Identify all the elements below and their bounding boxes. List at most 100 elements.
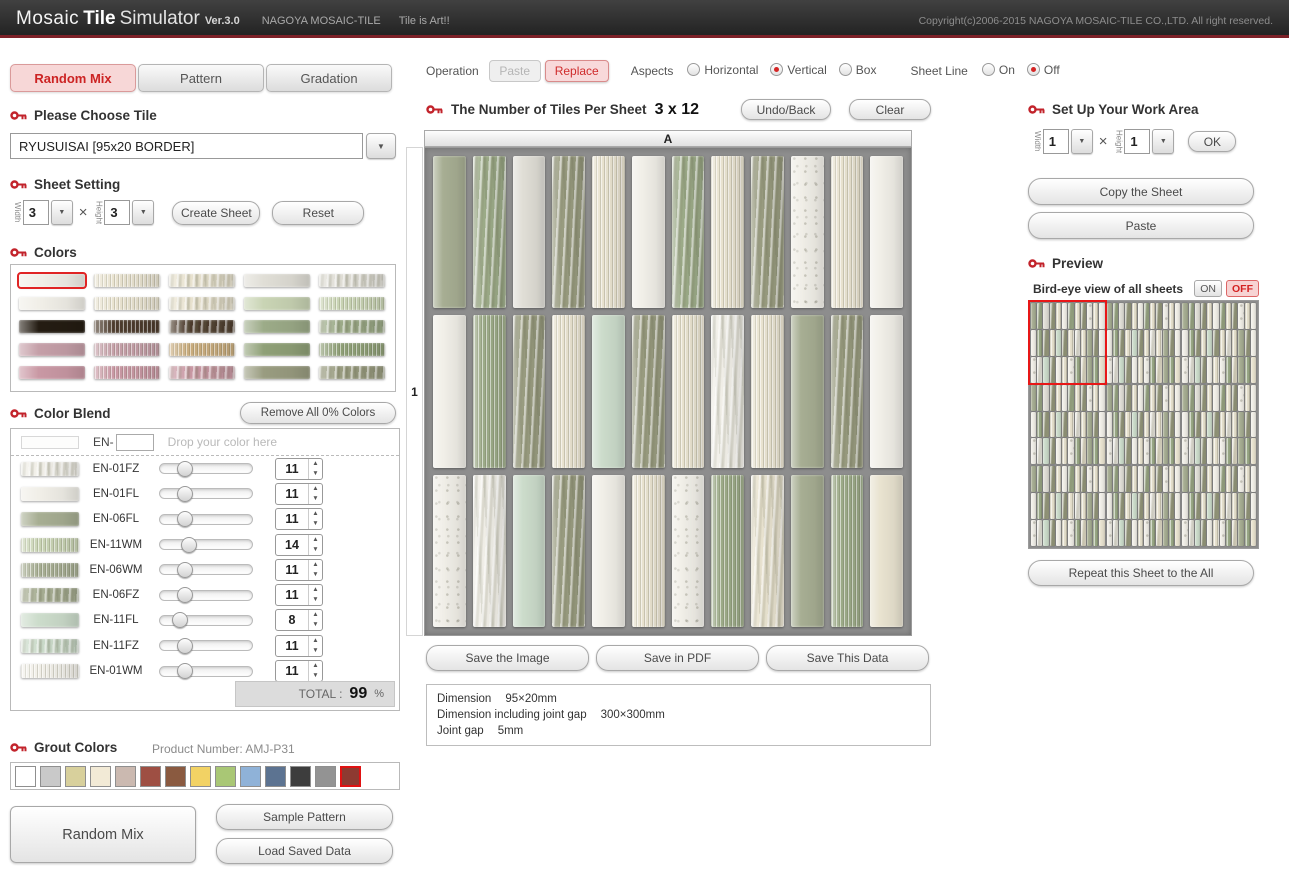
- blend-value-stepper[interactable]: 11▲▼: [275, 508, 323, 530]
- grout-color-swatch[interactable]: [315, 766, 336, 787]
- sheet-tile[interactable]: [870, 475, 903, 627]
- stepper-down-icon[interactable]: ▼: [309, 469, 322, 479]
- blend-value-stepper[interactable]: 14▲▼: [275, 534, 323, 556]
- repeat-sheet-button[interactable]: Repeat this Sheet to the All: [1028, 560, 1254, 586]
- save-data-button[interactable]: Save This Data: [766, 645, 929, 671]
- sheet-height-select[interactable]: 3 ▼: [104, 200, 154, 225]
- sheet-tile[interactable]: [632, 156, 665, 308]
- chevron-down-icon[interactable]: ▼: [1071, 129, 1093, 154]
- sheet-tile[interactable]: [751, 475, 784, 627]
- slider-handle[interactable]: [177, 638, 193, 654]
- sheet-tile[interactable]: [552, 315, 585, 467]
- tile-color-swatch[interactable]: [244, 320, 310, 333]
- sheet-tile[interactable]: [672, 156, 705, 308]
- sheet-tile[interactable]: [791, 315, 824, 467]
- operation-replace-button[interactable]: Replace: [545, 60, 609, 82]
- tab-random-mix[interactable]: Random Mix: [10, 64, 136, 92]
- tile-color-swatch[interactable]: [244, 343, 310, 356]
- sheet-tile[interactable]: [513, 475, 546, 627]
- tile-color-swatch[interactable]: [94, 320, 160, 333]
- stepper-up-icon[interactable]: ▲: [309, 636, 322, 646]
- clear-button[interactable]: Clear: [849, 99, 931, 120]
- stepper-down-icon[interactable]: ▼: [309, 646, 322, 656]
- work-width-select[interactable]: 1 ▼: [1043, 129, 1093, 154]
- sheet-tile[interactable]: [473, 156, 506, 308]
- stepper-up-icon[interactable]: ▲: [309, 585, 322, 595]
- blend-value-stepper[interactable]: 11▲▼: [275, 559, 323, 581]
- stepper-up-icon[interactable]: ▲: [309, 535, 322, 545]
- grout-color-swatch[interactable]: [165, 766, 186, 787]
- blend-ratio-slider[interactable]: [159, 615, 253, 626]
- tile-color-swatch[interactable]: [94, 274, 160, 287]
- grout-color-swatch[interactable]: [190, 766, 211, 787]
- tile-select[interactable]: RYUSUISAI [95x20 BORDER] ▼: [10, 133, 396, 159]
- blend-color-swatch[interactable]: [21, 563, 79, 577]
- blend-value-stepper[interactable]: 11▲▼: [275, 635, 323, 657]
- create-sheet-button[interactable]: Create Sheet: [172, 201, 260, 225]
- sheet-tile[interactable]: [433, 315, 466, 467]
- grout-color-swatch[interactable]: [40, 766, 61, 787]
- blend-ratio-slider[interactable]: [159, 539, 253, 550]
- sheet-tile[interactable]: [433, 156, 466, 308]
- blend-color-swatch[interactable]: [21, 664, 79, 678]
- tile-select-value[interactable]: RYUSUISAI [95x20 BORDER]: [10, 133, 363, 159]
- blend-value-stepper[interactable]: 11▲▼: [275, 660, 323, 682]
- color-code-input[interactable]: [116, 434, 154, 451]
- sheet-tile[interactable]: [672, 475, 705, 627]
- sheet-tile[interactable]: [592, 315, 625, 467]
- slider-handle[interactable]: [172, 612, 188, 628]
- sheet-line-radio-off[interactable]: Off: [1027, 63, 1060, 77]
- grout-color-swatch[interactable]: [290, 766, 311, 787]
- tile-color-swatch[interactable]: [169, 343, 235, 356]
- birdeye-on-button[interactable]: ON: [1194, 280, 1222, 297]
- slider-handle[interactable]: [177, 587, 193, 603]
- copy-sheet-button[interactable]: Copy the Sheet: [1028, 178, 1254, 205]
- sheet-tile[interactable]: [831, 475, 864, 627]
- chevron-down-icon[interactable]: ▼: [132, 200, 154, 225]
- sheet-tile[interactable]: [831, 315, 864, 467]
- sheet-tile[interactable]: [672, 315, 705, 467]
- load-saved-data-button[interactable]: Load Saved Data: [216, 838, 393, 864]
- sheet-tile[interactable]: [870, 315, 903, 467]
- grout-color-swatch[interactable]: [340, 766, 361, 787]
- sheet-width-select[interactable]: 3 ▼: [23, 200, 73, 225]
- tile-color-swatch[interactable]: [169, 274, 235, 287]
- save-pdf-button[interactable]: Save in PDF: [596, 645, 759, 671]
- slider-handle[interactable]: [177, 511, 193, 527]
- reset-button[interactable]: Reset: [272, 201, 364, 225]
- operation-paste-button[interactable]: Paste: [489, 60, 541, 82]
- tile-color-swatch[interactable]: [19, 274, 85, 287]
- slider-handle[interactable]: [177, 486, 193, 502]
- paste-button[interactable]: Paste: [1028, 212, 1254, 239]
- tile-color-swatch[interactable]: [94, 297, 160, 310]
- blend-ratio-slider[interactable]: [159, 564, 253, 575]
- stepper-up-icon[interactable]: ▲: [309, 661, 322, 671]
- slider-handle[interactable]: [177, 461, 193, 477]
- aspect-radio-vertical[interactable]: Vertical: [770, 63, 826, 77]
- sheet-tile[interactable]: [791, 156, 824, 308]
- blend-color-swatch[interactable]: [21, 639, 79, 653]
- sheet-tile[interactable]: [791, 475, 824, 627]
- blend-color-swatch[interactable]: [21, 538, 79, 552]
- sample-pattern-button[interactable]: Sample Pattern: [216, 804, 393, 830]
- grout-color-swatch[interactable]: [265, 766, 286, 787]
- sheet-tile[interactable]: [751, 156, 784, 308]
- tile-color-swatch[interactable]: [244, 366, 310, 379]
- sheet-tile[interactable]: [632, 475, 665, 627]
- blend-ratio-slider[interactable]: [159, 514, 253, 525]
- blend-color-swatch[interactable]: [21, 512, 79, 526]
- grout-color-swatch[interactable]: [90, 766, 111, 787]
- sheet-tile[interactable]: [513, 315, 546, 467]
- sheet-tile[interactable]: [711, 315, 744, 467]
- remove-all-zero-colors-button[interactable]: Remove All 0% Colors: [240, 402, 396, 424]
- blend-ratio-slider[interactable]: [159, 590, 253, 601]
- tab-pattern[interactable]: Pattern: [138, 64, 264, 92]
- blend-color-swatch[interactable]: [21, 613, 79, 627]
- blend-ratio-slider[interactable]: [159, 640, 253, 651]
- sheet-tile[interactable]: [552, 475, 585, 627]
- tile-color-swatch[interactable]: [319, 297, 385, 310]
- work-height-select[interactable]: 1 ▼: [1124, 129, 1174, 154]
- stepper-down-icon[interactable]: ▼: [309, 519, 322, 529]
- tile-color-swatch[interactable]: [244, 274, 310, 287]
- tile-color-swatch[interactable]: [319, 320, 385, 333]
